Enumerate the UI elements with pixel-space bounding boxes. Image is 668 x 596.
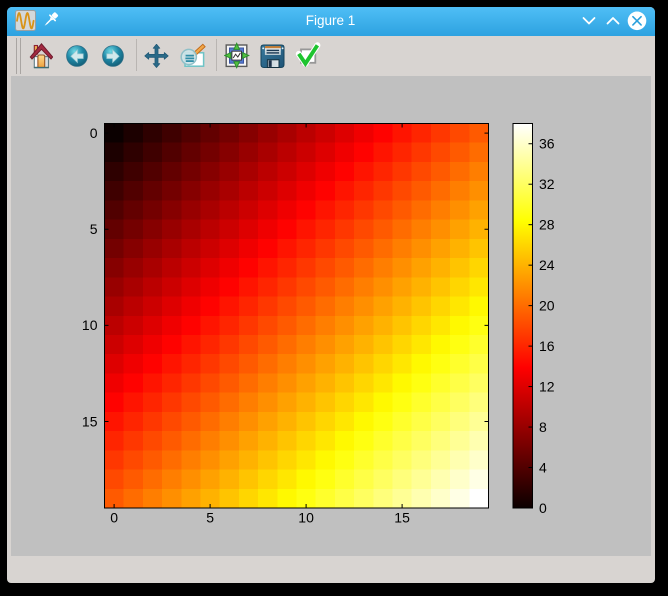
svg-text:24: 24 — [539, 257, 555, 273]
svg-text:0: 0 — [110, 510, 118, 526]
svg-text:20: 20 — [539, 297, 555, 313]
svg-text:28: 28 — [539, 216, 555, 232]
svg-text:15: 15 — [82, 413, 98, 429]
svg-text:10: 10 — [298, 510, 314, 526]
svg-text:0: 0 — [539, 500, 547, 516]
svg-text:0: 0 — [90, 125, 98, 141]
svg-text:32: 32 — [539, 176, 555, 192]
svg-text:8: 8 — [539, 419, 547, 435]
svg-text:12: 12 — [539, 378, 555, 394]
svg-text:4: 4 — [539, 459, 547, 475]
svg-text:5: 5 — [206, 510, 214, 526]
svg-text:5: 5 — [90, 221, 98, 237]
svg-text:15: 15 — [394, 510, 410, 526]
svg-text:36: 36 — [539, 136, 555, 152]
svg-text:16: 16 — [539, 338, 555, 354]
svg-text:10: 10 — [82, 317, 98, 333]
